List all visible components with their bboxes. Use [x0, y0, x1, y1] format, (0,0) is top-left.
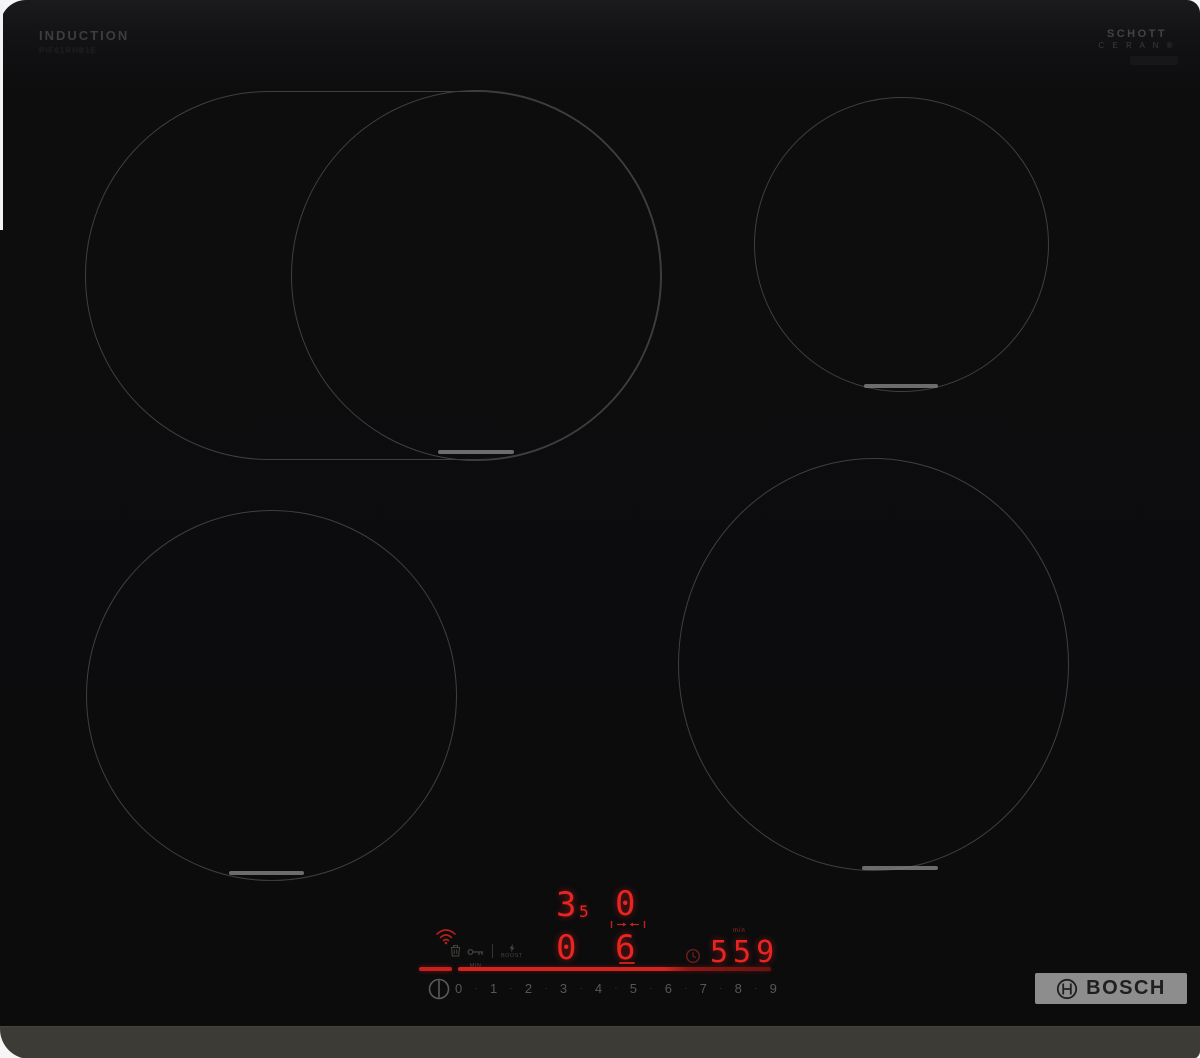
zone-front-left-outline	[86, 510, 457, 881]
schott-sticker	[1130, 56, 1178, 65]
display-front-right-power: 6	[615, 931, 635, 965]
scale-dot: ·	[579, 983, 582, 994]
bosch-label: BOSCH	[1086, 977, 1166, 1000]
front-right-selected-mark	[619, 962, 635, 964]
pan-move-icon	[610, 920, 646, 929]
zone-marker	[862, 866, 938, 870]
timer-clock-icon[interactable]	[685, 948, 701, 964]
induction-label: INDUCTION	[39, 28, 129, 43]
childlock-key[interactable]: MIN	[467, 944, 484, 970]
power-slider-segment[interactable]	[419, 967, 452, 971]
schott-line1: SCHOTT	[1098, 28, 1176, 40]
cleaning-icon	[450, 944, 461, 957]
scale-number-7[interactable]: 7	[700, 981, 707, 996]
boost-flash-icon	[508, 944, 516, 952]
scale-number-0[interactable]: 0	[455, 981, 462, 996]
power-slider-track[interactable]	[458, 967, 771, 971]
scale-number-5[interactable]: 5	[630, 981, 637, 996]
display-rear-left-power: 3	[556, 888, 576, 922]
model-number: PIF61RHB1E	[39, 46, 97, 55]
zone-marker	[864, 384, 938, 388]
cleaning-lock-key[interactable]	[450, 944, 461, 962]
bosch-logo-plate: BOSCH	[1035, 973, 1187, 1004]
zone-front-right-outline	[678, 458, 1069, 871]
scale-dot: ·	[719, 983, 722, 994]
scale-number-4[interactable]: 4	[595, 981, 602, 996]
scale-number-2[interactable]: 2	[525, 981, 532, 996]
scale-number-3[interactable]: 3	[560, 981, 567, 996]
key-lock-icon	[467, 947, 484, 957]
front-trim-bar	[0, 1026, 1200, 1058]
power-level-scale[interactable]: 0 · 1 · 2 · 3 · 4 · 5 · 6 · 7 · 8 · 9	[455, 981, 777, 996]
schott-ceran-logo: SCHOTT C E R A N ®	[1098, 28, 1176, 50]
display-rear-right-power: 0	[615, 887, 635, 921]
scale-number-1[interactable]: 1	[490, 981, 497, 996]
display-timer: 559	[710, 938, 779, 968]
scale-number-9[interactable]: 9	[770, 981, 777, 996]
background-sliver	[0, 4, 3, 230]
bosch-emblem-icon	[1056, 978, 1078, 1000]
cooktop-photo: INDUCTION PIF61RHB1E SCHOTT C E R A N ®	[0, 0, 1200, 1058]
scale-dot: ·	[509, 983, 512, 994]
scale-dot: ·	[474, 983, 477, 994]
scale-dot: ·	[614, 983, 617, 994]
display-rear-left-power-sub: 5	[579, 904, 589, 920]
zone-marker	[438, 450, 514, 454]
panel-function-keys: MIN BOOST	[450, 944, 523, 970]
zone-marker	[229, 871, 304, 875]
boost-label: BOOST	[501, 954, 523, 960]
scale-number-8[interactable]: 8	[735, 981, 742, 996]
scale-dot: ·	[649, 983, 652, 994]
schott-line2: C E R A N ®	[1098, 41, 1176, 50]
boost-key[interactable]: BOOST	[501, 944, 523, 960]
timer-unit-label: min	[733, 928, 746, 934]
power-icon[interactable]	[427, 977, 451, 1001]
panel-divider	[492, 944, 493, 958]
zone-rear-right-outline	[754, 97, 1049, 392]
display-front-left-power: 0	[556, 931, 576, 965]
scale-dot: ·	[544, 983, 547, 994]
zone-rear-left-outline	[291, 90, 662, 461]
scale-dot: ·	[754, 983, 757, 994]
scale-dot: ·	[684, 983, 687, 994]
wifi-icon[interactable]	[434, 927, 458, 945]
scale-number-6[interactable]: 6	[665, 981, 672, 996]
